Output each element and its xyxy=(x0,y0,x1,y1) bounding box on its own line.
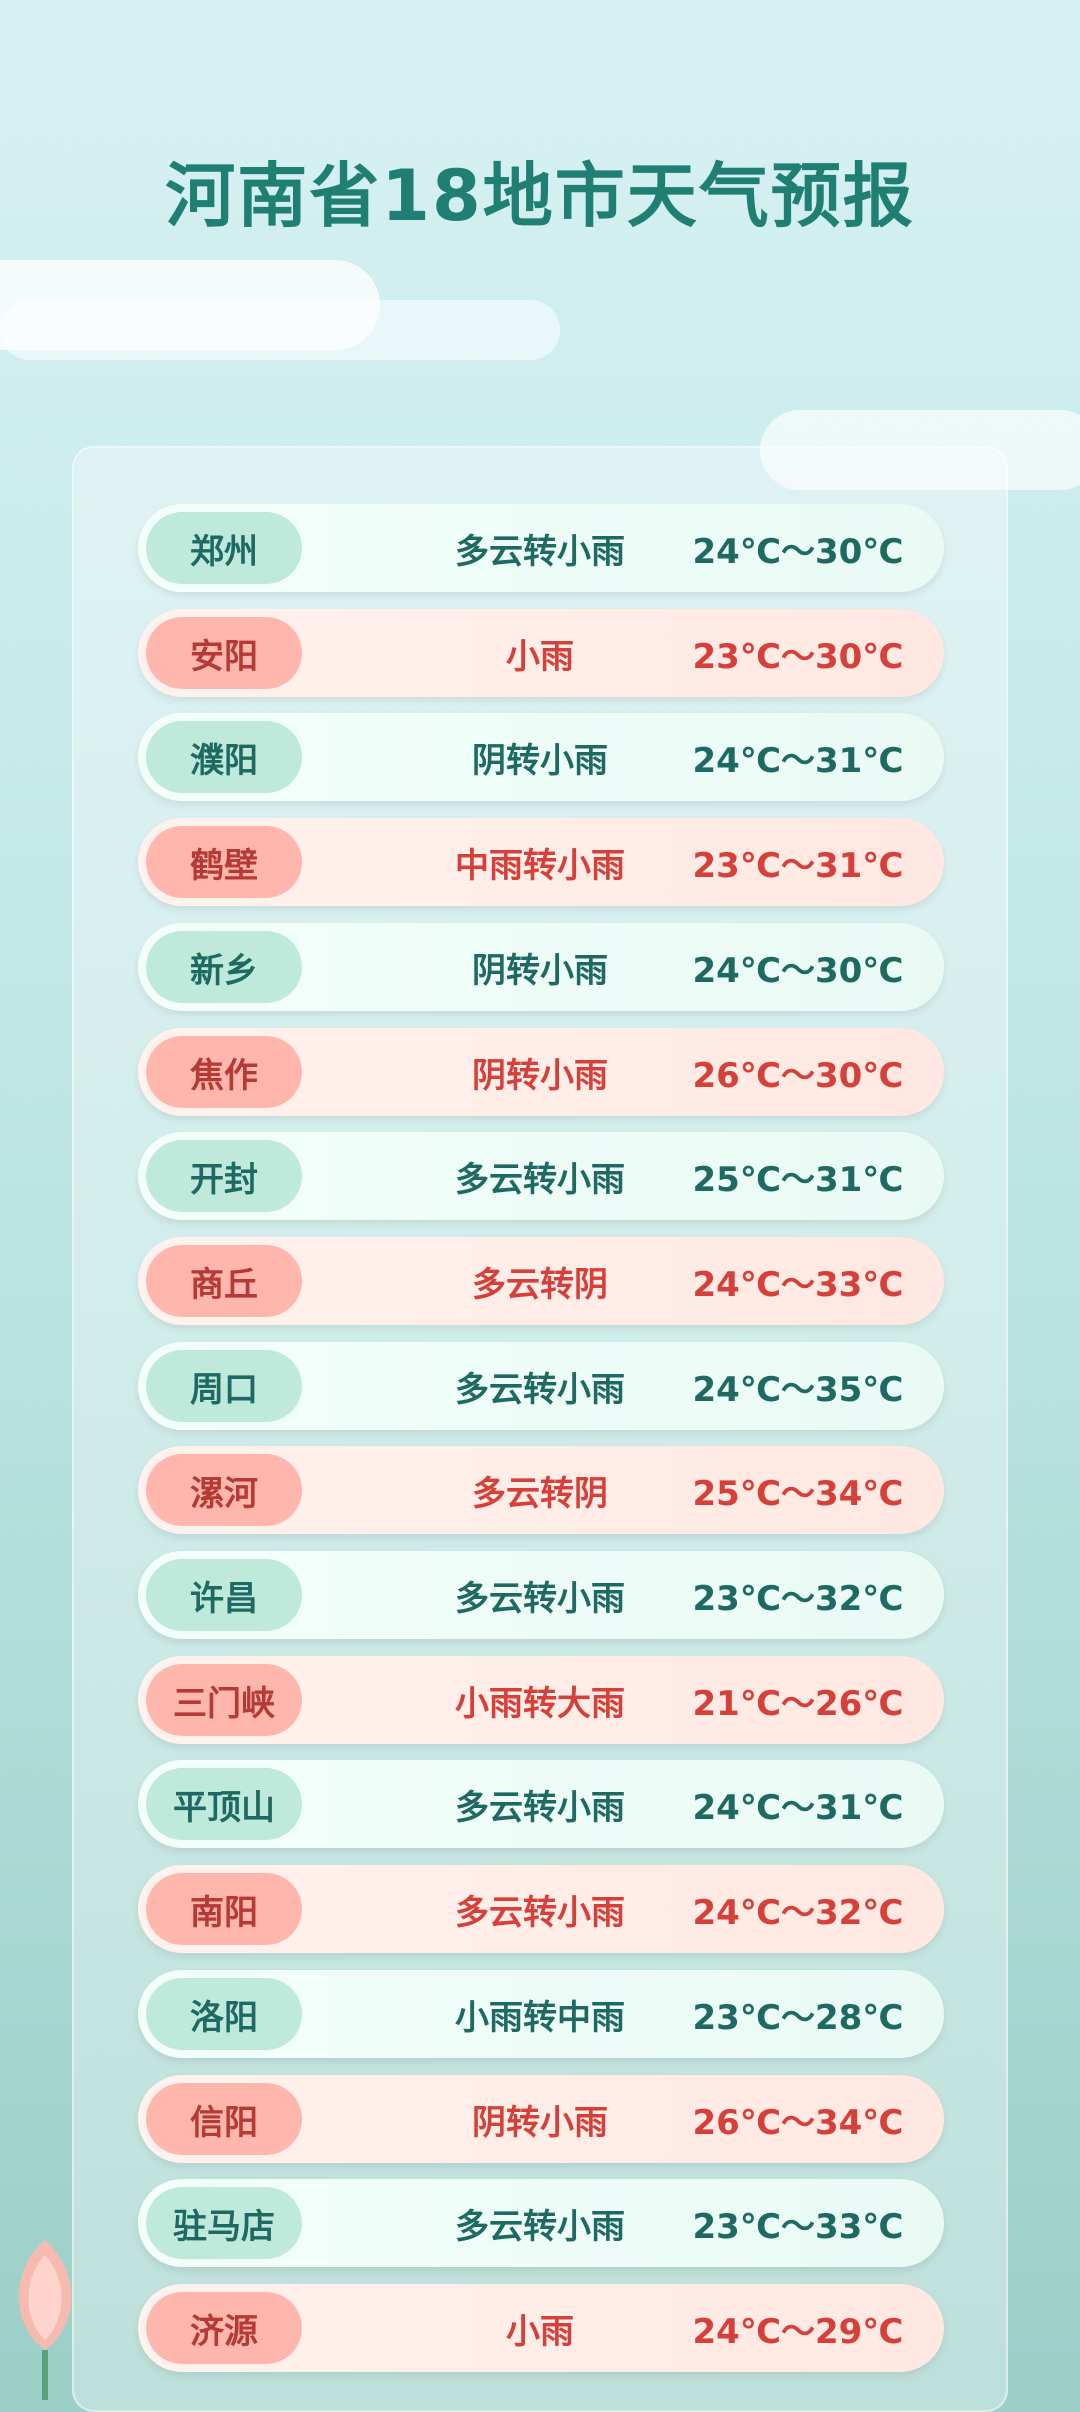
temperature-range: 25℃～31℃ xyxy=(692,1159,904,1200)
city-pill: 平顶山 xyxy=(146,1768,302,1840)
city-pill: 焦作 xyxy=(146,1036,302,1108)
cloud-decoration xyxy=(0,300,560,360)
forecast-row: 平顶山 多云转小雨 24℃～31℃ xyxy=(138,1760,944,1848)
city-pill: 济源 xyxy=(146,2292,302,2364)
forecast-row: 周口 多云转小雨 24℃～35℃ xyxy=(138,1342,944,1430)
forecast-row: 开封 多云转小雨 25℃～31℃ xyxy=(138,1132,944,1220)
weather-text: 阴转小雨 xyxy=(472,2102,608,2143)
temperature-range: 25℃～34℃ xyxy=(692,1473,904,1514)
temperature-range: 24℃～29℃ xyxy=(692,2311,904,2352)
weather-text: 多云转小雨 xyxy=(455,1369,625,1410)
forecast-row: 信阳 阴转小雨 26℃～34℃ xyxy=(138,2075,944,2163)
temperature-range: 23℃～31℃ xyxy=(692,845,904,886)
weather-text: 多云转小雨 xyxy=(455,2206,625,2247)
weather-text: 多云转小雨 xyxy=(455,1159,625,1200)
city-pill: 南阳 xyxy=(146,1873,302,1945)
weather-text: 小雨 xyxy=(506,636,574,677)
city-pill: 郑州 xyxy=(146,512,302,584)
forecast-row: 漯河 多云转阴 25℃～34℃ xyxy=(138,1446,944,1534)
temperature-range: 21℃～26℃ xyxy=(692,1683,904,1724)
temperature-range: 26℃～34℃ xyxy=(692,2102,904,2143)
city-pill: 鹤壁 xyxy=(146,826,302,898)
weather-text: 小雨转大雨 xyxy=(455,1683,625,1724)
forecast-row: 郑州 多云转小雨 24℃～30℃ xyxy=(138,504,944,592)
weather-text: 多云转小雨 xyxy=(455,531,625,572)
weather-text: 小雨转中雨 xyxy=(455,1997,625,2038)
lotus-decoration xyxy=(0,2200,90,2400)
temperature-range: 24℃～33℃ xyxy=(692,1264,904,1305)
forecast-row: 南阳 多云转小雨 24℃～32℃ xyxy=(138,1865,944,1953)
temperature-range: 24℃～35℃ xyxy=(692,1369,904,1410)
page-title: 河南省18地市天气预报 xyxy=(165,155,915,237)
forecast-row: 三门峡 小雨转大雨 21℃～26℃ xyxy=(138,1656,944,1744)
city-pill: 周口 xyxy=(146,1350,302,1422)
forecast-row: 新乡 阴转小雨 24℃～30℃ xyxy=(138,923,944,1011)
forecast-row: 驻马店 多云转小雨 23℃～33℃ xyxy=(138,2179,944,2267)
weather-text: 多云转小雨 xyxy=(455,1787,625,1828)
city-pill: 开封 xyxy=(146,1140,302,1212)
forecast-row: 商丘 多云转阴 24℃～33℃ xyxy=(138,1237,944,1325)
temperature-range: 24℃～30℃ xyxy=(692,531,904,572)
weather-text: 多云转小雨 xyxy=(455,1892,625,1933)
weather-text: 中雨转小雨 xyxy=(455,845,625,886)
weather-text: 多云转小雨 xyxy=(455,1578,625,1619)
temperature-range: 23℃～30℃ xyxy=(692,636,904,677)
weather-text: 阴转小雨 xyxy=(472,1055,608,1096)
city-pill: 濮阳 xyxy=(146,721,302,793)
city-pill: 商丘 xyxy=(146,1245,302,1317)
temperature-range: 24℃～31℃ xyxy=(692,1787,904,1828)
forecast-row: 许昌 多云转小雨 23℃～32℃ xyxy=(138,1551,944,1639)
temperature-range: 23℃～28℃ xyxy=(692,1997,904,2038)
city-pill: 安阳 xyxy=(146,617,302,689)
temperature-range: 26℃～30℃ xyxy=(692,1055,904,1096)
forecast-row: 洛阳 小雨转中雨 23℃～28℃ xyxy=(138,1970,944,2058)
temperature-range: 23℃～33℃ xyxy=(692,2206,904,2247)
weather-text: 阴转小雨 xyxy=(472,950,608,991)
city-pill: 三门峡 xyxy=(146,1664,302,1736)
city-pill: 驻马店 xyxy=(146,2187,302,2259)
city-pill: 许昌 xyxy=(146,1559,302,1631)
forecast-row: 济源 小雨 24℃～29℃ xyxy=(138,2284,944,2372)
forecast-row: 安阳 小雨 23℃～30℃ xyxy=(138,609,944,697)
weather-text: 阴转小雨 xyxy=(472,740,608,781)
city-pill: 信阳 xyxy=(146,2083,302,2155)
weather-text: 多云转阴 xyxy=(472,1473,608,1514)
forecast-row: 濮阳 阴转小雨 24℃～31℃ xyxy=(138,713,944,801)
weather-text: 小雨 xyxy=(506,2311,574,2352)
temperature-range: 24℃～32℃ xyxy=(692,1892,904,1933)
city-pill: 新乡 xyxy=(146,931,302,1003)
temperature-range: 24℃～31℃ xyxy=(692,740,904,781)
temperature-range: 24℃～30℃ xyxy=(692,950,904,991)
temperature-range: 23℃～32℃ xyxy=(692,1578,904,1619)
forecast-row: 鹤壁 中雨转小雨 23℃～31℃ xyxy=(138,818,944,906)
weather-text: 多云转阴 xyxy=(472,1264,608,1305)
city-pill: 洛阳 xyxy=(146,1978,302,2050)
forecast-row: 焦作 阴转小雨 26℃～30℃ xyxy=(138,1028,944,1116)
city-pill: 漯河 xyxy=(146,1454,302,1526)
